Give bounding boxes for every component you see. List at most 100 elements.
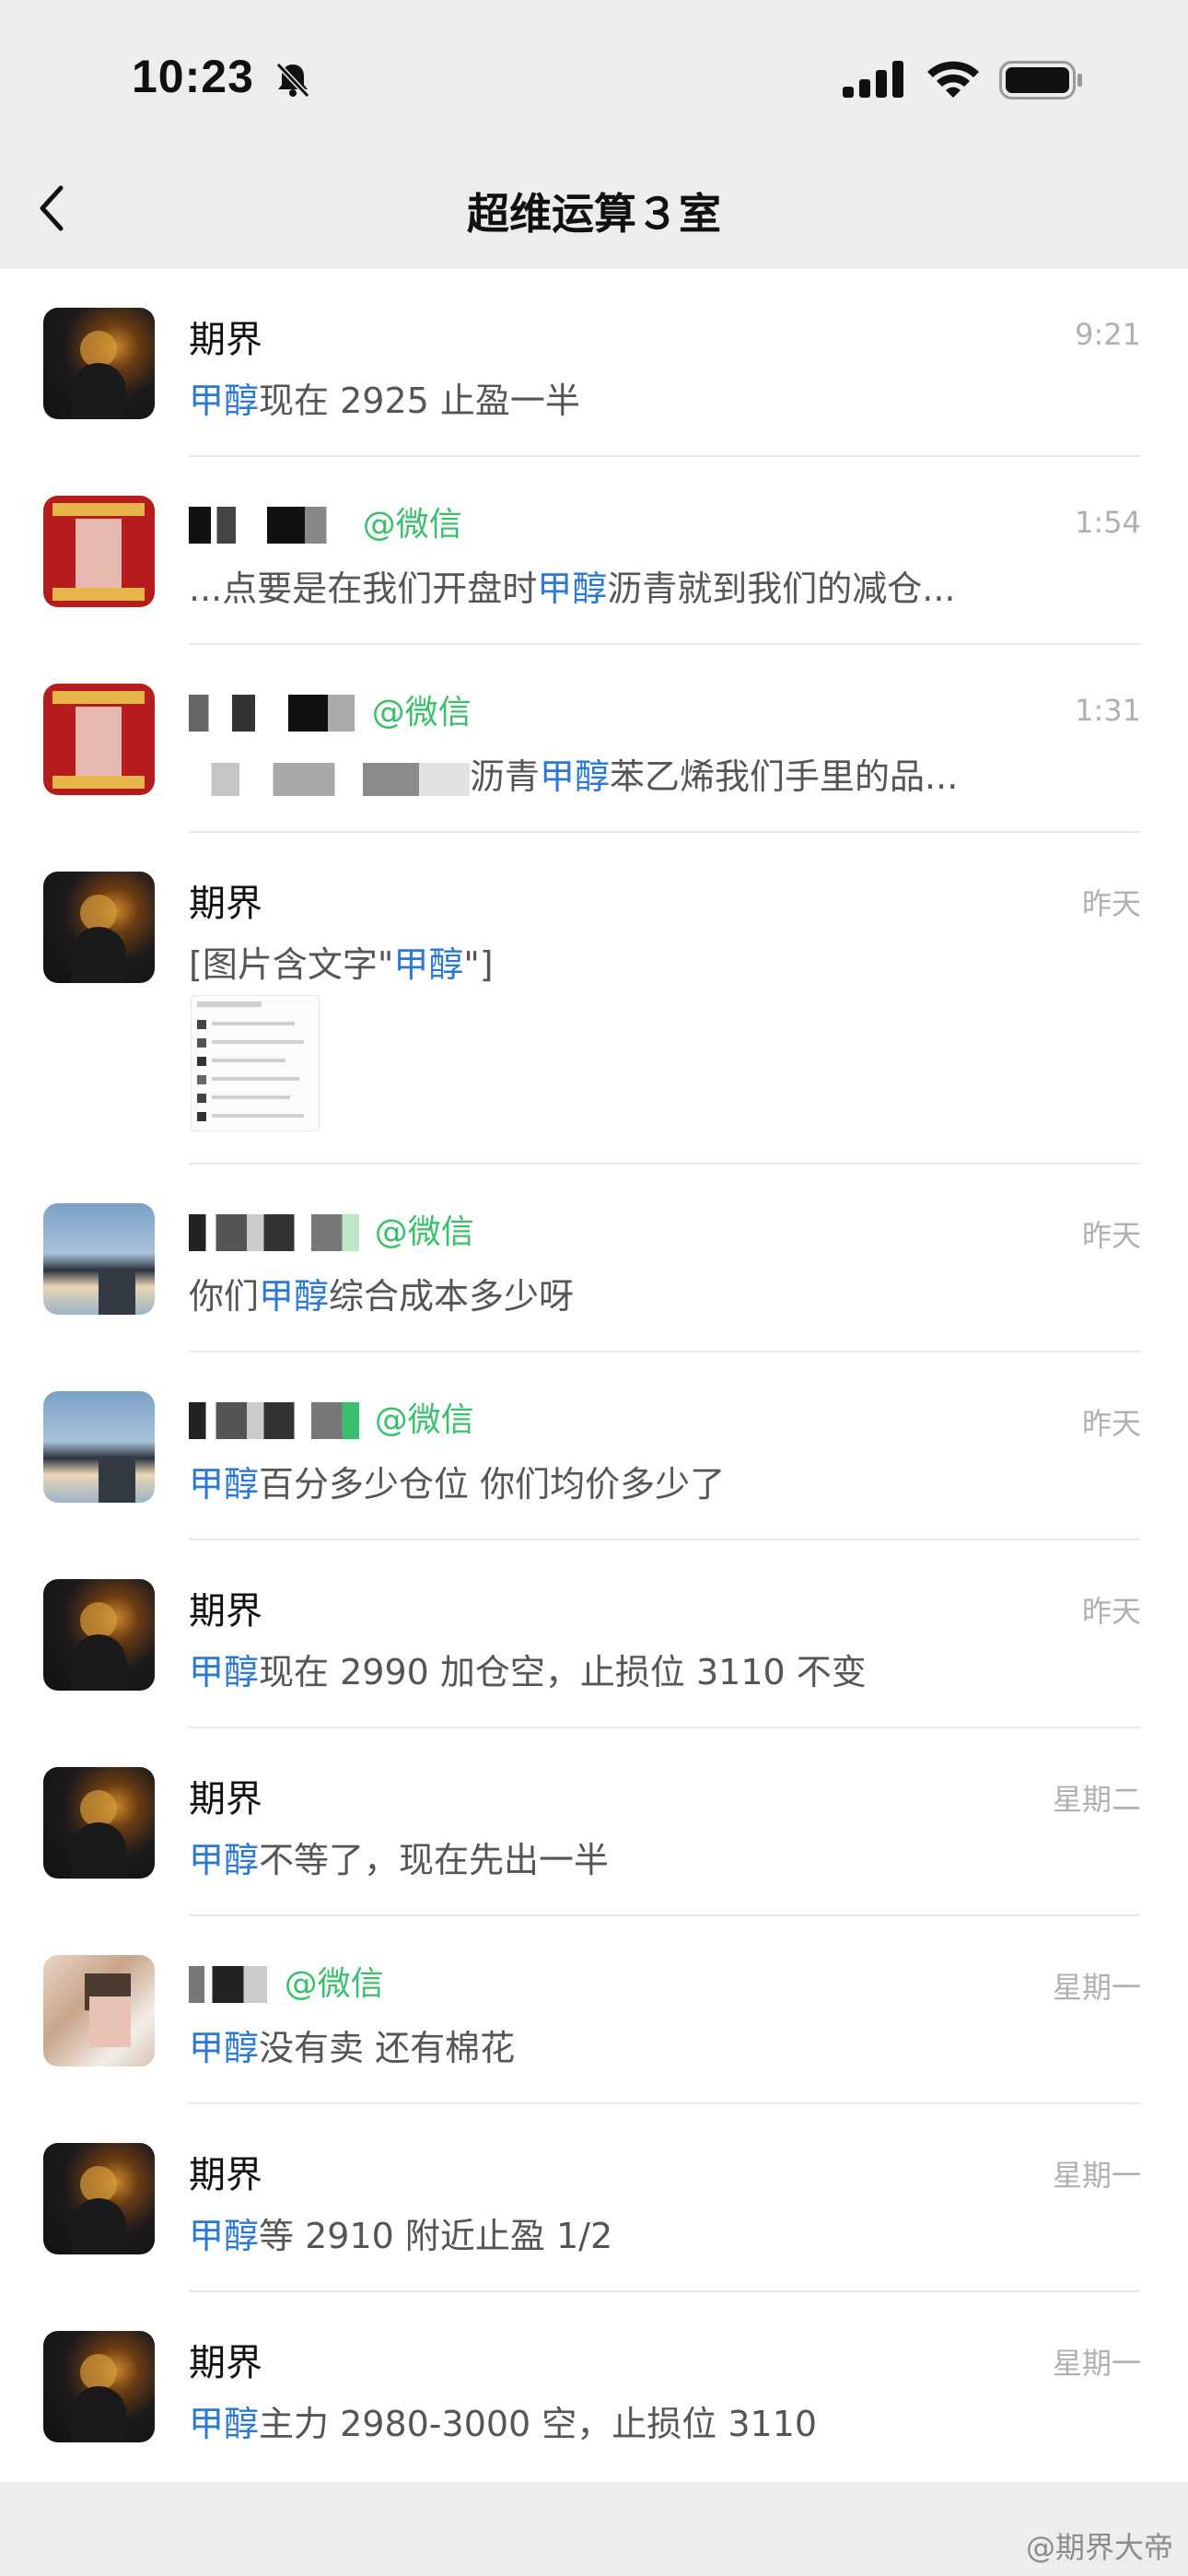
snippet-text: 主力 2980-3000 空，止损位 3110	[259, 2404, 818, 2444]
thumb-line	[212, 1022, 295, 1025]
contact-name: @微信	[189, 1393, 474, 1441]
snippet-text: 等 2910 附近止盈 1/2	[259, 2216, 613, 2256]
avatar[interactable]	[43, 1203, 155, 1315]
wechat-source: @微信	[371, 694, 472, 732]
thumb-avatar	[197, 1094, 206, 1103]
message-snippet: [图片含文字"甲醇"]	[189, 936, 494, 987]
avatar-figure-body	[71, 2198, 126, 2254]
avatar-figure	[80, 1602, 117, 1639]
list-item[interactable]: @微信 昨天 你们甲醇综合成本多少呀	[0, 1165, 1188, 1352]
snippet-text: 你们	[189, 1276, 260, 1317]
contact-name-text: 期界	[189, 883, 262, 925]
keyword-highlight: 甲醇	[537, 568, 608, 609]
thumb-line	[197, 1001, 262, 1007]
message-time: 星期一	[1052, 2158, 1141, 2193]
contact-name-text: 期界	[189, 1590, 262, 1633]
message-time: 昨天	[1081, 1594, 1141, 1629]
list-item[interactable]: 期界 星期二 甲醇不等了，现在先出一半	[0, 1728, 1188, 1916]
redacted-name	[189, 1402, 359, 1439]
thumb-line	[212, 1059, 285, 1062]
snippet-text: ...点要是在我们开盘时	[189, 568, 538, 609]
avatar[interactable]	[43, 1955, 155, 2067]
contact-name-text: 期界	[189, 1778, 262, 1821]
message-time: 9:21	[1075, 317, 1141, 352]
avatar[interactable]	[43, 2331, 155, 2442]
list-item[interactable]: @微信 1:31 沥青甲醇苯乙烯我们手里的品...	[0, 645, 1188, 833]
message-snippet: ...点要是在我们开盘时甲醇沥青就到我们的减仓...	[189, 560, 956, 611]
thumb-line	[212, 1095, 290, 1099]
thumb-avatar	[197, 1038, 206, 1048]
contact-name-text: 期界	[189, 319, 262, 361]
message-snippet: 甲醇不等了，现在先出一半	[189, 1832, 609, 1882]
avatar-figure	[80, 895, 117, 931]
contact-name: @微信	[189, 685, 472, 733]
thumb-line	[212, 1077, 299, 1081]
avatar[interactable]	[43, 496, 155, 607]
wechat-source: @微信	[284, 1965, 384, 2003]
keyword-highlight: 甲醇	[540, 756, 611, 797]
message-snippet: 甲醇现在 2990 加仓空，止损位 3110 不变	[189, 1644, 867, 1694]
thumb-avatar	[197, 1112, 206, 1121]
list-item[interactable]: 期界 星期一 甲醇主力 2980-3000 空，止损位 3110	[0, 2292, 1188, 2480]
message-time: 昨天	[1081, 886, 1141, 921]
redacted-name	[189, 507, 345, 544]
list-item[interactable]: @微信 星期一 甲醇没有卖 还有棉花	[0, 1916, 1188, 2104]
list-item[interactable]: 期界 昨天 [图片含文字"甲醇"]	[0, 833, 1188, 1165]
contact-name: 期界	[189, 2145, 262, 2198]
avatar[interactable]	[43, 1767, 155, 1879]
contact-name: 期界	[189, 2333, 262, 2386]
image-thumbnail[interactable]	[191, 995, 320, 1131]
redacted-text	[189, 762, 470, 796]
snippet-text: [图片含文字"	[189, 944, 394, 985]
redacted-name	[189, 1214, 359, 1251]
wifi-icon	[927, 61, 979, 98]
snippet-text: "]	[463, 944, 494, 985]
thumb-avatar	[197, 1075, 206, 1084]
keyword-highlight: 甲醇	[259, 1276, 330, 1317]
snippet-text: 苯乙烯我们手里的品...	[610, 756, 959, 797]
search-result-list: 期界 9:21 甲醇现在 2925 止盈一半 @微信 1:54 ...点要是在我…	[0, 269, 1188, 2482]
avatar[interactable]	[43, 1391, 155, 1503]
message-time: 1:31	[1075, 693, 1141, 728]
avatar-figure-body	[71, 363, 126, 419]
list-item[interactable]: @微信 昨天 甲醇百分多少仓位 你们均价多少了	[0, 1352, 1188, 1540]
contact-name: @微信	[189, 1957, 384, 2005]
message-time: 1:54	[1075, 505, 1141, 540]
list-item[interactable]: 期界 9:21 甲醇现在 2925 止盈一半	[0, 269, 1188, 457]
avatar-figure	[80, 2166, 117, 2203]
contact-name: 期界	[189, 1769, 262, 1822]
avatar[interactable]	[43, 872, 155, 983]
snippet-text: 沥青就到我们的减仓...	[607, 568, 956, 609]
snippet-text: 现在 2990 加仓空，止损位 3110 不变	[259, 1652, 867, 1692]
avatar[interactable]	[43, 684, 155, 795]
redacted-name	[189, 695, 355, 732]
status-time: 10:23	[132, 51, 254, 102]
snippet-text: 综合成本多少呀	[329, 1276, 575, 1317]
thumb-line	[212, 1040, 304, 1044]
contact-name: 期界	[189, 1581, 262, 1634]
avatar-face	[89, 1996, 131, 2047]
contact-name: 期界	[189, 873, 262, 927]
avatar[interactable]	[43, 2143, 155, 2254]
contact-name: 期界	[189, 310, 262, 363]
avatar-figure	[80, 1790, 117, 1827]
thumb-avatar	[197, 1020, 206, 1029]
snippet-text: 百分多少仓位 你们均价多少了	[259, 1464, 726, 1505]
list-item[interactable]: @微信 1:54 ...点要是在我们开盘时甲醇沥青就到我们的减仓...	[0, 457, 1188, 645]
avatar-figure-body	[71, 1822, 126, 1879]
keyword-highlight: 甲醇	[189, 381, 260, 421]
message-time: 昨天	[1081, 1406, 1141, 1441]
avatar[interactable]	[43, 1579, 155, 1691]
signal-icon	[843, 61, 903, 98]
keyword-highlight: 甲醇	[189, 1652, 260, 1692]
avatar-text-band	[52, 776, 145, 789]
message-time: 星期一	[1052, 1970, 1141, 2005]
avatar-figure	[99, 1456, 135, 1503]
message-time: 星期一	[1052, 2346, 1141, 2381]
thumb-avatar	[197, 1057, 206, 1066]
status-bar: 10:23	[0, 0, 1188, 157]
list-item[interactable]: 期界 昨天 甲醇现在 2990 加仓空，止损位 3110 不变	[0, 1540, 1188, 1728]
avatar[interactable]	[43, 308, 155, 419]
avatar-figure	[76, 707, 122, 782]
list-item[interactable]: 期界 星期一 甲醇等 2910 附近止盈 1/2	[0, 2104, 1188, 2292]
